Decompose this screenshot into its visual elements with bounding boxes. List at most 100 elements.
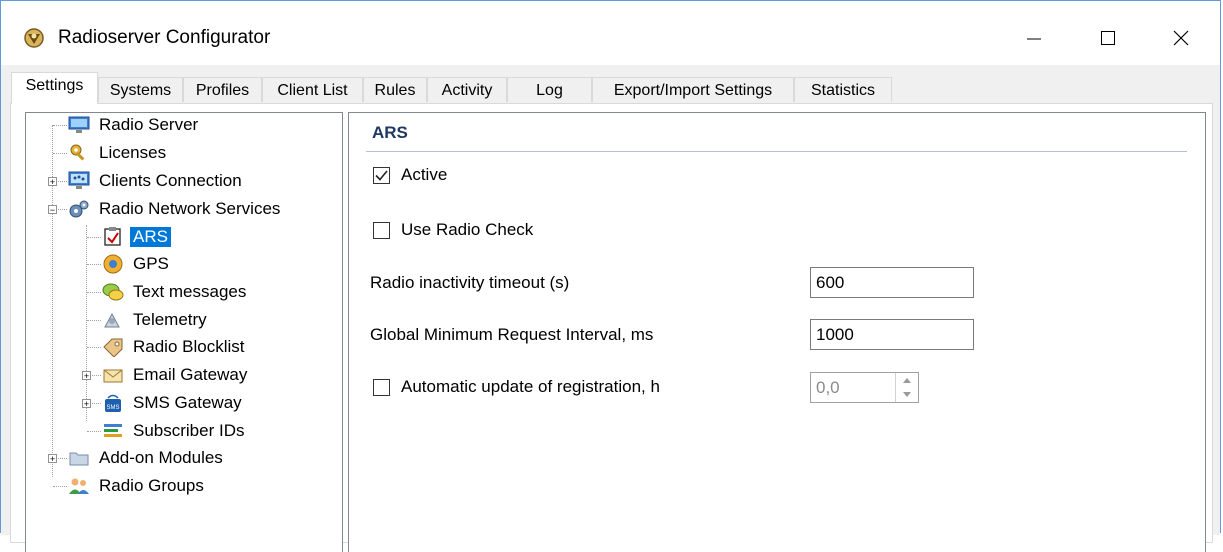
network-icon <box>68 171 90 191</box>
tree-item-radio-network-services[interactable]: Radio Network Services <box>68 197 283 221</box>
tab-export-import-settings[interactable]: Export/Import Settings <box>592 77 794 102</box>
tree-line <box>87 347 101 348</box>
tab-client-list[interactable]: Client List <box>262 77 363 102</box>
auto-update-registration-checkbox[interactable] <box>373 379 390 396</box>
tree-line <box>53 486 67 487</box>
collapse-toggle[interactable]: − <box>48 205 57 215</box>
stepper-up-button[interactable] <box>896 373 918 387</box>
tree-item-label: Radio Server <box>99 115 199 134</box>
users-icon <box>68 476 90 496</box>
tab-statistics[interactable]: Statistics <box>794 77 892 102</box>
inactivity-timeout-label: Radio inactivity timeout (s) <box>370 273 570 292</box>
tree-item-label: Radio Blocklist <box>133 337 245 356</box>
tree-line <box>87 292 101 293</box>
key-icon <box>68 143 90 163</box>
expand-toggle[interactable]: + <box>82 399 91 409</box>
settings-tab-panel: + − + + + Radio Server Licenses Clients … <box>10 103 1213 552</box>
close-button[interactable] <box>1153 15 1209 61</box>
checkmark-icon <box>375 170 388 181</box>
maximize-button[interactable] <box>1080 15 1136 61</box>
expand-toggle[interactable]: + <box>82 371 91 381</box>
ars-settings-panel: ARS Active Use Radio Check Radio inactiv… <box>348 112 1206 552</box>
tab-rules[interactable]: Rules <box>363 77 427 102</box>
tab-systems[interactable]: Systems <box>98 77 183 102</box>
tree-line <box>87 264 101 265</box>
tab-log[interactable]: Log <box>507 77 592 102</box>
tag-icon <box>102 337 124 357</box>
active-label[interactable]: Active <box>401 165 447 185</box>
stepper-buttons <box>895 373 918 402</box>
tree-item-radio-server[interactable]: Radio Server <box>68 113 201 137</box>
tree-item-radio-groups[interactable]: Radio Groups <box>68 474 207 498</box>
title-bar[interactable]: Radioserver Configurator <box>1 1 1220 65</box>
tree-item-label: Licenses <box>99 143 167 162</box>
minimize-button[interactable] <box>1006 15 1062 61</box>
app-logo-icon <box>24 28 44 48</box>
use-radio-check-label[interactable]: Use Radio Check <box>401 220 533 240</box>
tab-control: Settings Systems Profiles Client List Ru… <box>1 65 1220 552</box>
close-icon <box>1173 30 1189 46</box>
tree-item-label: Add-on Modules <box>99 448 223 467</box>
inactivity-timeout-input[interactable]: 600 <box>810 267 974 298</box>
gps-icon <box>102 254 124 274</box>
telemetry-icon <box>102 310 124 330</box>
auto-update-registration-stepper[interactable]: 0,0 <box>810 372 919 403</box>
maximize-icon <box>1101 31 1115 45</box>
folder-icon <box>68 448 90 468</box>
tree-item-gps[interactable]: GPS <box>102 252 172 276</box>
gears-icon <box>68 199 90 219</box>
tree-item-clients-connection[interactable]: Clients Connection <box>68 169 245 193</box>
chevron-down-icon <box>903 391 911 397</box>
checkbox-icon <box>102 227 124 247</box>
section-title: ARS <box>372 123 408 142</box>
tree-item-radio-blocklist[interactable]: Radio Blocklist <box>102 335 248 359</box>
app-window: Radioserver Configurator Settings System… <box>0 0 1221 552</box>
tree-line <box>87 431 101 432</box>
tree-line <box>53 153 67 154</box>
minimize-icon <box>1027 38 1041 40</box>
tree-item-label: Radio Groups <box>99 476 204 495</box>
tree-item-label: ARS <box>130 227 171 247</box>
min-request-interval-label: Global Minimum Request Interval, ms <box>370 325 654 344</box>
tree-line <box>87 320 101 321</box>
tree-item-subscriber-ids[interactable]: Subscriber IDs <box>102 419 247 443</box>
tree-item-sms-gateway[interactable]: SMS SMS Gateway <box>102 391 245 415</box>
expand-toggle[interactable]: + <box>48 177 57 187</box>
tree-item-add-on-modules[interactable]: Add-on Modules <box>68 446 226 470</box>
tree-line <box>53 125 67 126</box>
stepper-down-button[interactable] <box>896 387 918 401</box>
messages-icon <box>102 282 124 302</box>
tree-item-label: Radio Network Services <box>99 199 281 218</box>
tree-item-label: GPS <box>133 254 169 273</box>
chevron-up-icon <box>903 377 911 383</box>
tree-item-label: Email Gateway <box>133 365 248 384</box>
tab-profiles[interactable]: Profiles <box>183 77 262 102</box>
tree-line <box>86 225 87 421</box>
tree-item-text-messages[interactable]: Text messages <box>102 280 249 304</box>
auto-update-registration-label[interactable]: Automatic update of registration, h <box>401 377 660 397</box>
tree-item-label: Clients Connection <box>99 171 242 190</box>
tab-activity[interactable]: Activity <box>427 77 507 102</box>
tree-item-licenses[interactable]: Licenses <box>68 141 169 165</box>
svg-text:SMS: SMS <box>106 405 119 411</box>
tree-item-label: Text messages <box>133 282 247 301</box>
min-request-interval-input[interactable]: 1000 <box>810 319 974 350</box>
tree-item-label: Subscriber IDs <box>133 421 245 440</box>
sms-icon: SMS <box>102 393 124 413</box>
stepper-value: 0,0 <box>816 378 840 397</box>
section-divider <box>366 151 1187 152</box>
expand-toggle[interactable]: + <box>48 454 57 464</box>
tree-item-telemetry[interactable]: Telemetry <box>102 308 210 332</box>
use-radio-check-checkbox[interactable] <box>373 222 390 239</box>
settings-tree[interactable]: + − + + + Radio Server Licenses Clients … <box>25 112 343 552</box>
tab-settings[interactable]: Settings <box>11 72 98 104</box>
monitor-icon <box>68 115 90 135</box>
active-checkbox[interactable] <box>373 167 390 184</box>
tree-item-email-gateway[interactable]: Email Gateway <box>102 363 250 387</box>
tree-item-label: SMS Gateway <box>133 393 242 412</box>
window-title: Radioserver Configurator <box>58 27 271 48</box>
tree-line <box>87 237 101 238</box>
subscriber-icon <box>102 421 124 441</box>
tree-item-ars[interactable]: ARS <box>102 225 171 249</box>
tree-item-label: Telemetry <box>133 310 207 329</box>
